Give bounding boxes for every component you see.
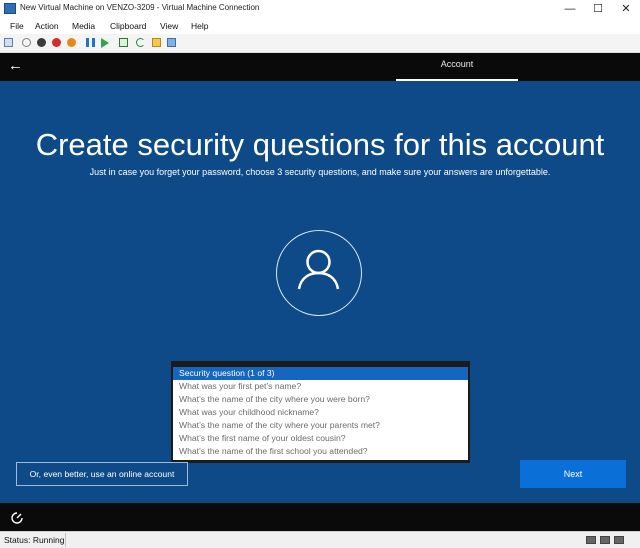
dropdown-option[interactable]: What’s the name of the first school you … [173, 445, 468, 458]
status-text: Status: Running [4, 535, 65, 545]
menu-bar: File Action Media Clipboard View Help [0, 18, 640, 34]
dropdown-option[interactable]: What’s the first name of your oldest cou… [173, 432, 468, 445]
back-arrow-icon[interactable]: ← [8, 57, 23, 75]
accessibility-icon[interactable] [10, 511, 24, 528]
user-avatar-icon [276, 230, 362, 316]
menu-help[interactable]: Help [191, 21, 208, 31]
window-title: New Virtual Machine on VENZO-3209 - Virt… [20, 3, 260, 12]
security-question-dropdown[interactable]: Security question (1 of 3) What was your… [171, 361, 470, 463]
menu-view[interactable]: View [160, 21, 178, 31]
title-bar: New Virtual Machine on VENZO-3209 - Virt… [0, 0, 640, 18]
dropdown-option[interactable]: What was your childhood nickname? [173, 406, 468, 419]
vm-connection-icon [4, 3, 16, 14]
status-bar: Status: Running [0, 531, 640, 548]
next-button[interactable]: Next [520, 460, 626, 488]
dropdown-option[interactable]: What’s the name of the city where you we… [173, 393, 468, 406]
revert-icon[interactable] [136, 38, 145, 47]
resume-icon[interactable] [101, 38, 109, 48]
oobe-header: ← Account [0, 53, 640, 81]
network-icon [614, 536, 624, 544]
oobe-screen: ← Account Create security questions for … [0, 53, 640, 536]
menu-media[interactable]: Media [72, 21, 95, 31]
checkpoint-icon[interactable] [119, 38, 128, 47]
lock-icon [600, 536, 610, 544]
tab-account: Account [440, 59, 474, 69]
dropdown-option[interactable]: What was your first pet’s name? [173, 380, 468, 393]
start-icon[interactable] [22, 38, 31, 47]
turn-off-icon[interactable] [37, 38, 46, 47]
tab-indicator [396, 79, 518, 81]
keyboard-icon [586, 536, 596, 544]
dropdown-option-placeholder[interactable]: Security question (1 of 3) [173, 367, 468, 380]
shutdown-icon[interactable] [52, 38, 61, 47]
toolbar [0, 34, 640, 53]
dropdown-option[interactable]: What’s the name of the city where your p… [173, 419, 468, 432]
maximize-button[interactable]: ☐ [584, 0, 612, 18]
menu-action[interactable]: Action [35, 21, 59, 31]
enhanced-session-icon[interactable] [152, 38, 161, 47]
page-subtitle: Just in case you forget your password, c… [89, 167, 551, 177]
online-account-button[interactable]: Or, even better, use an online account [16, 462, 188, 486]
minimize-button[interactable]: — [556, 0, 584, 18]
page-title: Create security questions for this accou… [35, 127, 605, 162]
menu-clipboard[interactable]: Clipboard [110, 21, 146, 31]
menu-file[interactable]: File [10, 21, 24, 31]
security-question-list: Security question (1 of 3) What was your… [173, 367, 468, 460]
share-icon[interactable] [167, 38, 176, 47]
pause-icon[interactable] [86, 38, 95, 47]
ctrl-alt-del-icon[interactable] [4, 38, 13, 47]
close-button[interactable]: ✕ [612, 0, 640, 18]
save-state-icon[interactable] [67, 38, 76, 47]
